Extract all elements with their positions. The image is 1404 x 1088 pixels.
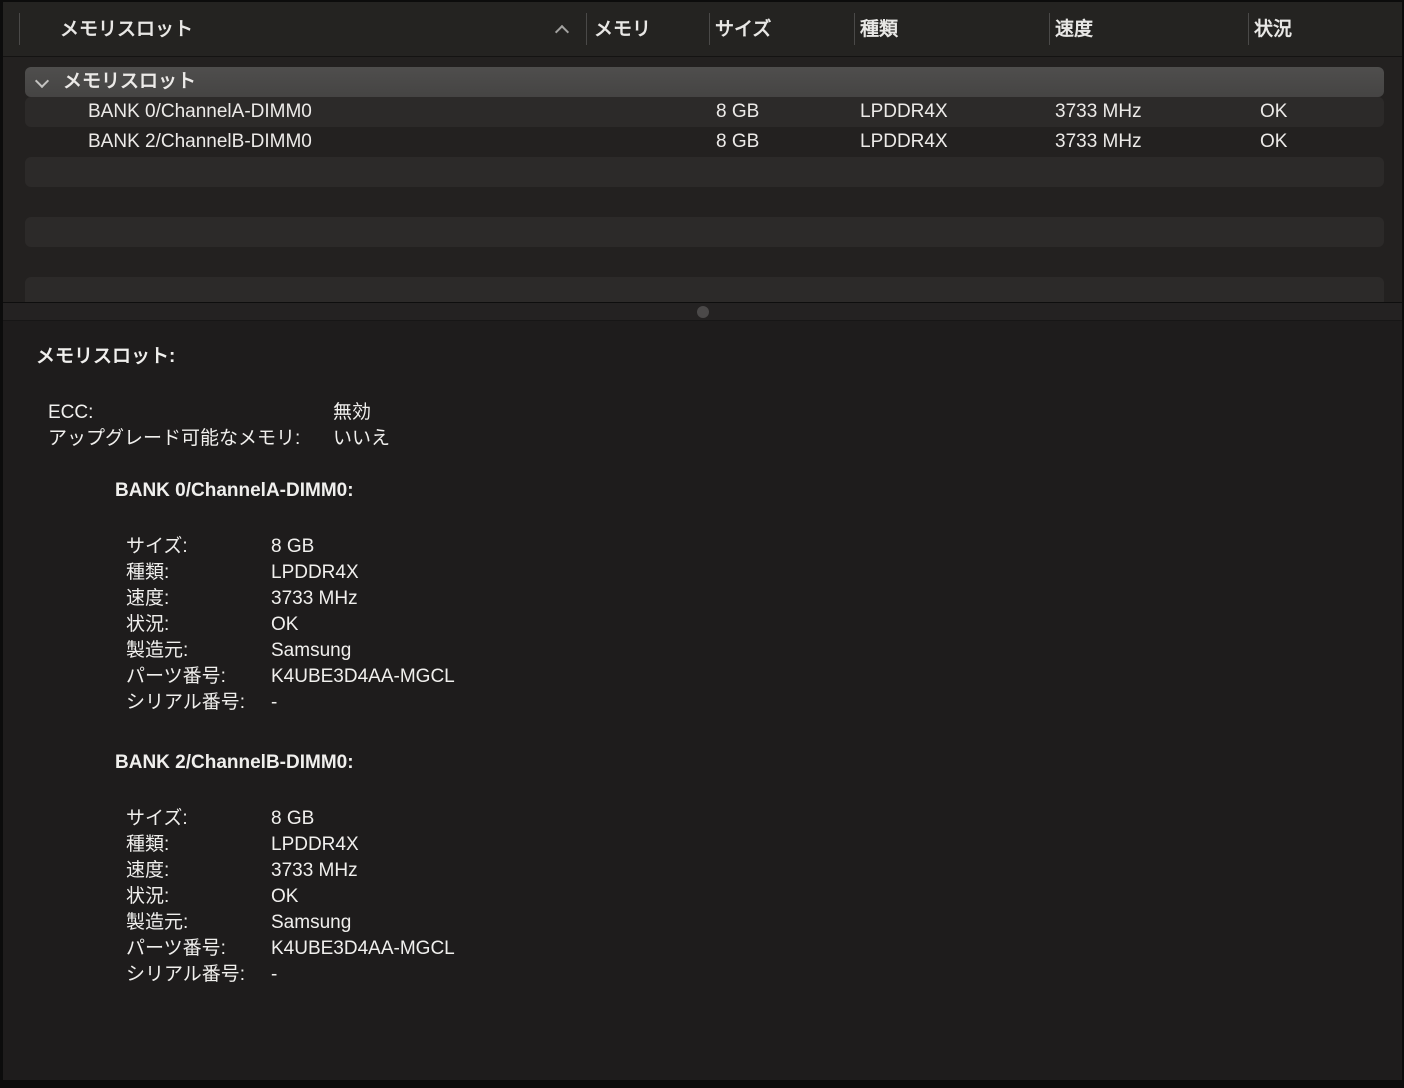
field-value: OK	[271, 614, 299, 635]
memory-slot-table: メモリスロット BANK 0/ChannelA-DIMM0 8 GB LPDDR…	[3, 57, 1402, 302]
detail-field-serial-number: シリアル番号: -	[126, 690, 1402, 716]
detail-field-size: サイズ: 8 GB	[126, 806, 1402, 832]
detail-field-serial-number: シリアル番号: -	[126, 962, 1402, 988]
field-value: 3733 MHz	[271, 588, 358, 609]
field-key: パーツ番号:	[126, 666, 226, 687]
field-value: Samsung	[271, 640, 352, 661]
column-header-speed[interactable]: 速度	[1055, 2, 1093, 57]
field-key: ECC:	[48, 402, 94, 423]
field-key: 速度:	[126, 860, 170, 881]
detail-field-manufacturer: 製造元: Samsung	[126, 638, 1402, 664]
detail-field-size: サイズ: 8 GB	[126, 534, 1402, 560]
column-divider	[586, 13, 587, 45]
field-key: 種類:	[126, 562, 170, 583]
bank2-detail-block: BANK 2/ChannelB-DIMM0: サイズ: 8 GB 種類: LPD…	[3, 752, 1402, 988]
cell-type: LPDDR4X	[860, 101, 948, 122]
detail-field-status: 状況: OK	[126, 612, 1402, 638]
bank0-detail-block: BANK 0/ChannelA-DIMM0: サイズ: 8 GB 種類: LPD…	[3, 480, 1402, 716]
cell-status: OK	[1260, 101, 1288, 122]
table-row-bank0[interactable]: BANK 0/ChannelA-DIMM0 8 GB LPDDR4X 3733 …	[25, 97, 1384, 127]
system-information-window: メモリスロット メモリ サイズ 種類 速度 状況 メモリスロット BANK 0/…	[0, 0, 1404, 1088]
field-key: シリアル番号:	[126, 692, 246, 713]
empty-row	[25, 277, 1384, 302]
field-key: 種類:	[126, 834, 170, 855]
empty-row	[25, 187, 1384, 217]
column-header-type[interactable]: 種類	[860, 2, 898, 57]
splitter-handle-icon[interactable]	[696, 305, 709, 318]
field-key: 製造元:	[126, 640, 189, 661]
column-divider	[1248, 13, 1249, 45]
sort-ascending-icon[interactable]	[554, 24, 570, 40]
field-value: 8 GB	[271, 808, 315, 829]
empty-row	[25, 217, 1384, 247]
field-value: いいえ	[333, 428, 391, 449]
cell-status: OK	[1260, 131, 1288, 152]
detail-field-speed: 速度: 3733 MHz	[126, 858, 1402, 884]
field-key: 状況:	[126, 886, 170, 907]
field-key: シリアル番号:	[126, 964, 246, 985]
field-value: -	[271, 964, 278, 985]
column-header-size[interactable]: サイズ	[715, 2, 771, 57]
column-header-status[interactable]: 状況	[1254, 2, 1292, 57]
group-row-label: メモリスロット	[63, 71, 197, 92]
empty-row	[25, 247, 1384, 277]
detail-field-part-number: パーツ番号: K4UBE3D4AA-MGCL	[126, 664, 1402, 690]
cell-type: LPDDR4X	[860, 131, 948, 152]
cell-speed: 3733 MHz	[1055, 101, 1142, 122]
field-key: 製造元:	[126, 912, 189, 933]
group-row-memory-slot[interactable]: メモリスロット	[25, 67, 1384, 97]
detail-title: メモリスロット:	[36, 346, 176, 367]
detail-field-upgradeable: アップグレード可能なメモリ: いいえ	[48, 426, 1402, 452]
column-divider	[709, 13, 710, 45]
bank2-heading: BANK 2/ChannelB-DIMM0:	[115, 752, 354, 773]
cell-size: 8 GB	[716, 131, 760, 152]
field-key: パーツ番号:	[126, 938, 226, 959]
detail-field-manufacturer: 製造元: Samsung	[126, 910, 1402, 936]
detail-field-type: 種類: LPDDR4X	[126, 560, 1402, 586]
detail-summary: ECC: 無効 アップグレード可能なメモリ: いいえ	[3, 400, 1402, 452]
field-value: 3733 MHz	[271, 860, 358, 881]
field-key: 速度:	[126, 588, 170, 609]
column-header-memory[interactable]: メモリ	[594, 2, 651, 57]
window-bottom-edge	[3, 1080, 1402, 1088]
cell-slot-name: BANK 0/ChannelA-DIMM0	[88, 101, 312, 122]
bank0-heading: BANK 0/ChannelA-DIMM0:	[115, 480, 354, 501]
field-value: -	[271, 692, 278, 713]
field-key: サイズ:	[126, 536, 188, 557]
column-divider	[1049, 13, 1050, 45]
field-value: K4UBE3D4AA-MGCL	[271, 666, 455, 687]
cell-size: 8 GB	[716, 101, 760, 122]
column-divider	[854, 13, 855, 45]
field-value: K4UBE3D4AA-MGCL	[271, 938, 455, 959]
pane-splitter[interactable]	[3, 302, 1402, 321]
field-value: LPDDR4X	[271, 562, 359, 583]
field-value: 無効	[333, 402, 372, 423]
detail-field-ecc: ECC: 無効	[48, 400, 1402, 426]
table-header: メモリスロット メモリ サイズ 種類 速度 状況	[3, 2, 1402, 57]
field-key: 状況:	[126, 614, 170, 635]
detail-pane: メモリスロット: ECC: 無効 アップグレード可能なメモリ: いいえ BANK…	[3, 321, 1402, 1080]
cell-speed: 3733 MHz	[1055, 131, 1142, 152]
cell-slot-name: BANK 2/ChannelB-DIMM0	[88, 131, 312, 152]
detail-field-status: 状況: OK	[126, 884, 1402, 910]
field-value: OK	[271, 886, 299, 907]
field-value: LPDDR4X	[271, 834, 359, 855]
column-divider	[19, 13, 20, 45]
empty-row	[25, 157, 1384, 187]
detail-field-speed: 速度: 3733 MHz	[126, 586, 1402, 612]
table-row-bank2[interactable]: BANK 2/ChannelB-DIMM0 8 GB LPDDR4X 3733 …	[25, 127, 1384, 157]
field-key: アップグレード可能なメモリ:	[48, 428, 301, 449]
field-key: サイズ:	[126, 808, 188, 829]
column-header-memory-slot[interactable]: メモリスロット	[60, 2, 193, 57]
detail-field-part-number: パーツ番号: K4UBE3D4AA-MGCL	[126, 936, 1402, 962]
field-value: 8 GB	[271, 536, 315, 557]
detail-field-type: 種類: LPDDR4X	[126, 832, 1402, 858]
field-value: Samsung	[271, 912, 352, 933]
disclosure-chevron-icon[interactable]	[34, 73, 50, 89]
